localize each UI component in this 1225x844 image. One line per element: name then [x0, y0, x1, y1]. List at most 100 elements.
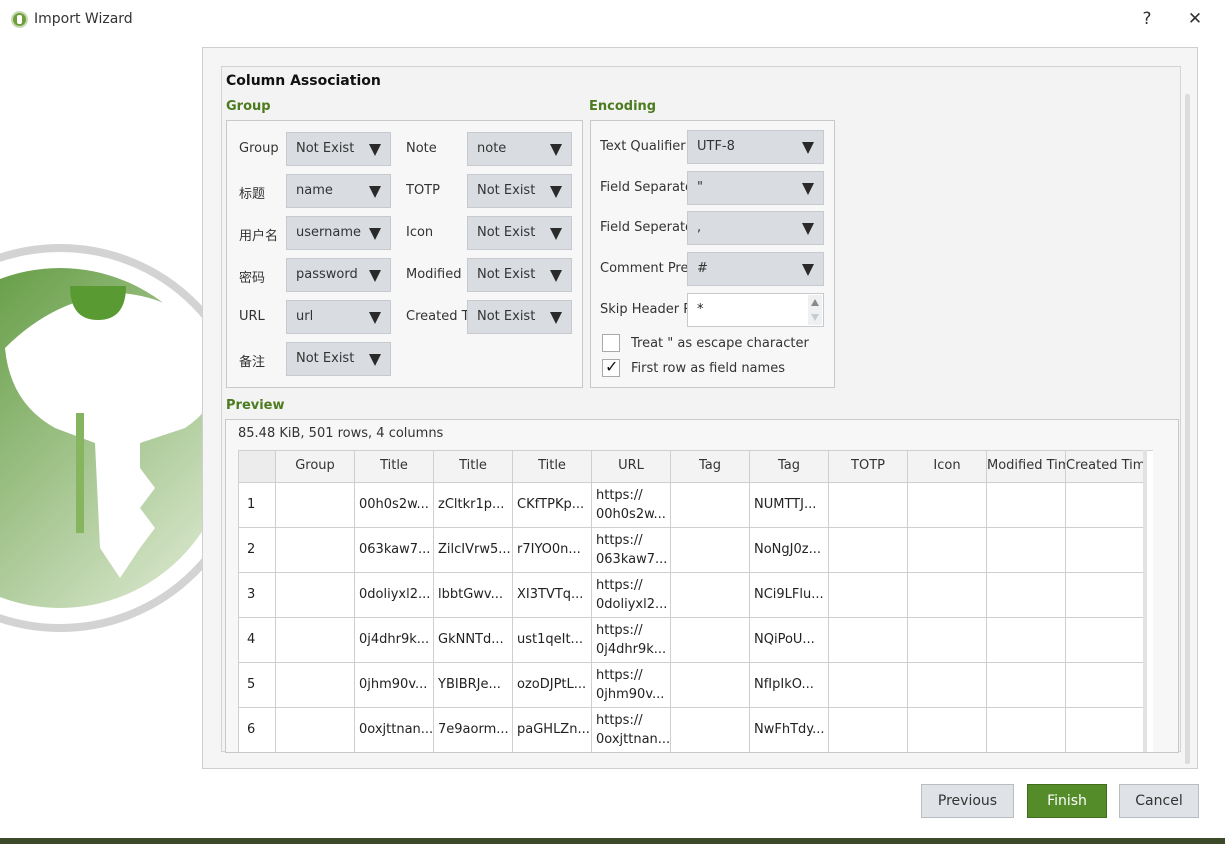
- table-cell[interactable]: [908, 573, 987, 618]
- icon-combo[interactable]: Not Exist: [467, 216, 572, 250]
- record-separator-combo[interactable]: ,: [687, 211, 824, 245]
- table-cell[interactable]: [829, 618, 908, 663]
- table-cell[interactable]: [829, 663, 908, 708]
- table-cell[interactable]: https:// 0oxjttnan...: [592, 708, 671, 752]
- note-combo[interactable]: note: [467, 132, 572, 166]
- notes-combo[interactable]: Not Exist: [286, 342, 391, 376]
- table-cell[interactable]: [1066, 528, 1145, 573]
- table-cell[interactable]: zCltkr1p...: [434, 483, 513, 528]
- table-cell[interactable]: lbbtGwv...: [434, 573, 513, 618]
- column-header[interactable]: Title: [434, 451, 513, 483]
- table-cell[interactable]: [671, 618, 750, 663]
- row-header[interactable]: 5: [239, 663, 276, 708]
- table-cell[interactable]: paGHLZn...: [513, 708, 592, 752]
- comment-prefix-combo[interactable]: #: [687, 252, 824, 286]
- table-cell[interactable]: [987, 708, 1066, 752]
- table-cell[interactable]: [908, 618, 987, 663]
- table-cell[interactable]: NQiPoU...: [750, 618, 829, 663]
- table-cell[interactable]: [908, 528, 987, 573]
- table-cell[interactable]: NfIpIkO...: [750, 663, 829, 708]
- table-cell[interactable]: [987, 663, 1066, 708]
- table-cell[interactable]: [671, 573, 750, 618]
- table-cell[interactable]: [908, 663, 987, 708]
- table-cell[interactable]: 0j4dhr9k...: [355, 618, 434, 663]
- column-header[interactable]: Icon: [908, 451, 987, 483]
- text-qualifier-combo[interactable]: UTF-8: [687, 130, 824, 164]
- table-cell[interactable]: ozoDJPtL...: [513, 663, 592, 708]
- table-cell[interactable]: [1066, 483, 1145, 528]
- table-cell[interactable]: ZilcIVrw5...: [434, 528, 513, 573]
- table-cell[interactable]: [276, 708, 355, 752]
- table-cell[interactable]: [987, 483, 1066, 528]
- url-combo[interactable]: url: [286, 300, 391, 334]
- table-cell[interactable]: NwFhTdy...: [750, 708, 829, 752]
- row-header[interactable]: 3: [239, 573, 276, 618]
- table-cell[interactable]: [276, 483, 355, 528]
- finish-button[interactable]: Finish: [1027, 784, 1107, 818]
- table-cell[interactable]: NCi9LFlu...: [750, 573, 829, 618]
- table-cell[interactable]: [276, 528, 355, 573]
- table-cell[interactable]: [829, 708, 908, 752]
- column-header[interactable]: Title: [355, 451, 434, 483]
- table-cell[interactable]: XI3TVTq...: [513, 573, 592, 618]
- row-header[interactable]: 6: [239, 708, 276, 752]
- table-cell[interactable]: [1066, 573, 1145, 618]
- table-cell[interactable]: r7IYO0n...: [513, 528, 592, 573]
- previous-button[interactable]: Previous: [921, 784, 1014, 818]
- table-cell[interactable]: [276, 573, 355, 618]
- column-header[interactable]: Tag: [671, 451, 750, 483]
- table-cell[interactable]: [908, 708, 987, 752]
- created-combo[interactable]: Not Exist: [467, 300, 572, 334]
- table-scrollbar[interactable]: [1143, 450, 1147, 752]
- column-header[interactable]: TOTP: [829, 451, 908, 483]
- table-cell[interactable]: [1066, 663, 1145, 708]
- table-cell[interactable]: 063kaw7...: [355, 528, 434, 573]
- escape-checkbox[interactable]: [602, 334, 620, 352]
- totp-combo[interactable]: Not Exist: [467, 174, 572, 208]
- password-combo[interactable]: password: [286, 258, 391, 292]
- table-cell[interactable]: [276, 618, 355, 663]
- row-header[interactable]: 2: [239, 528, 276, 573]
- table-cell[interactable]: [987, 618, 1066, 663]
- spin-down-icon[interactable]: [808, 310, 822, 325]
- table-cell[interactable]: [987, 528, 1066, 573]
- table-cell[interactable]: 7e9aorm...: [434, 708, 513, 752]
- cancel-button[interactable]: Cancel: [1119, 784, 1199, 818]
- username-combo[interactable]: username: [286, 216, 391, 250]
- table-cell[interactable]: [829, 528, 908, 573]
- table-cell[interactable]: [671, 663, 750, 708]
- table-cell[interactable]: https:// 063kaw7...: [592, 528, 671, 573]
- table-corner[interactable]: [239, 451, 276, 483]
- close-window-button[interactable]: ✕: [1182, 6, 1208, 32]
- table-cell[interactable]: [1066, 708, 1145, 752]
- table-cell[interactable]: ust1qeIt...: [513, 618, 592, 663]
- table-cell[interactable]: [276, 663, 355, 708]
- help-button[interactable]: ?: [1134, 6, 1160, 32]
- preview-table[interactable]: Group Title Title Title URL Tag Tag TOTP Icon Mod…: [238, 450, 1153, 752]
- column-header[interactable]: Title: [513, 451, 592, 483]
- modified-combo[interactable]: Not Exist: [467, 258, 572, 292]
- column-header[interactable]: Group: [276, 451, 355, 483]
- panel-scrollbar[interactable]: [1185, 94, 1190, 764]
- column-header[interactable]: Modified Time: [987, 451, 1066, 483]
- first-row-checkbox[interactable]: [602, 357, 620, 377]
- group-combo[interactable]: Not Exist: [286, 132, 391, 166]
- skip-header-spinbox[interactable]: *: [687, 293, 824, 327]
- table-cell[interactable]: https:// 0doliyxl2...: [592, 573, 671, 618]
- table-cell[interactable]: [987, 573, 1066, 618]
- table-cell[interactable]: CKfTPKp...: [513, 483, 592, 528]
- column-header[interactable]: URL: [592, 451, 671, 483]
- table-cell[interactable]: [908, 483, 987, 528]
- table-cell[interactable]: https:// 0jhm90v...: [592, 663, 671, 708]
- spin-up-icon[interactable]: [808, 295, 822, 310]
- table-cell[interactable]: GkNNTd...: [434, 618, 513, 663]
- table-cell[interactable]: YBIBRJe...: [434, 663, 513, 708]
- table-cell[interactable]: https:// 0j4dhr9k...: [592, 618, 671, 663]
- table-cell[interactable]: [1066, 618, 1145, 663]
- table-cell[interactable]: 0jhm90v...: [355, 663, 434, 708]
- table-cell[interactable]: [671, 708, 750, 752]
- table-cell[interactable]: 0doliyxl2...: [355, 573, 434, 618]
- row-header[interactable]: 4: [239, 618, 276, 663]
- column-header[interactable]: Created Time: [1066, 451, 1145, 483]
- table-cell[interactable]: NoNgJ0z...: [750, 528, 829, 573]
